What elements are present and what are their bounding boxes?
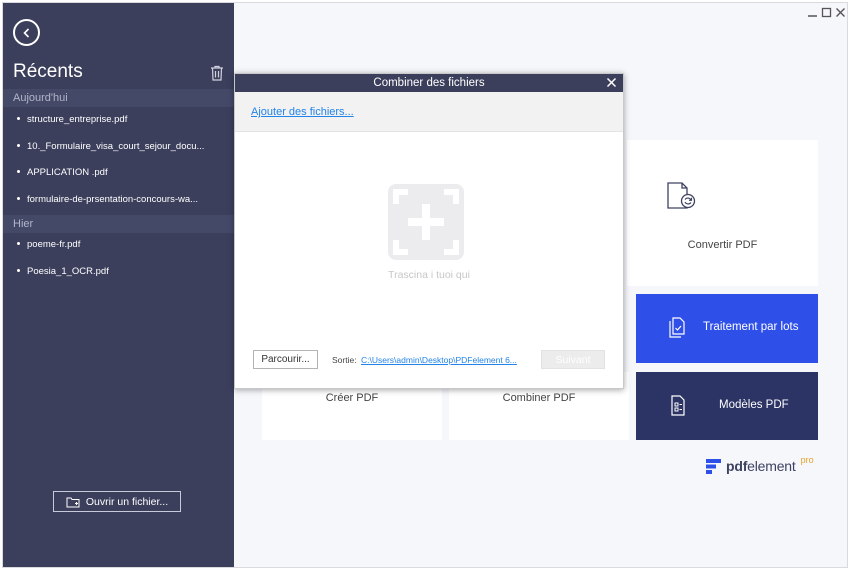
output-path-link[interactable]: C:\Users\admin\Desktop\PDFelement 6... xyxy=(361,355,519,365)
recent-file-name: formulaire-de-prsentation-concours-wa... xyxy=(27,194,199,205)
dialog-close-icon[interactable] xyxy=(606,77,617,88)
recent-file-item[interactable]: formulaire-de-prsentation-concours-wa... xyxy=(17,194,227,205)
group-header-yesterday: Hier xyxy=(3,215,234,233)
batch-process-label: Traitement par lots xyxy=(703,321,799,333)
batch-process-card[interactable]: Traitement par lots xyxy=(636,294,818,363)
pdfelement-logo: pdfelement pro xyxy=(706,455,814,474)
bullet xyxy=(17,143,20,147)
convert-icon xyxy=(667,182,696,209)
back-button[interactable] xyxy=(13,19,40,46)
logo-text-bold: pdf xyxy=(726,458,748,474)
recent-file-name: APPLICATION .pdf xyxy=(27,167,108,178)
recent-file-item[interactable]: APPLICATION .pdf xyxy=(17,167,227,178)
dialog-title: Combiner des fichiers xyxy=(373,77,485,89)
bullet xyxy=(17,196,20,200)
recent-file-item[interactable]: 10._Formulaire_visa_court_sejour_docu... xyxy=(17,141,227,152)
app-window: Récents Aujourd'hui structure_entreprise… xyxy=(2,2,848,568)
sidebar: Récents Aujourd'hui structure_entreprise… xyxy=(3,3,234,567)
recent-file-item[interactable]: Poesia_1_OCR.pdf xyxy=(17,266,227,277)
drop-zone[interactable]: Trascina i tuoi qui xyxy=(235,132,623,322)
folder-open-icon xyxy=(66,497,80,507)
browse-button[interactable]: Parcourir... xyxy=(253,350,318,369)
add-file-icon xyxy=(388,184,464,260)
recent-file-name: Poesia_1_OCR.pdf xyxy=(27,266,109,277)
drop-hint: Trascina i tuoi qui xyxy=(388,269,470,281)
open-file-label: Ouvrir un fichier... xyxy=(85,495,169,508)
chevron-left-icon xyxy=(22,27,29,38)
create-pdf-label: Créer PDF xyxy=(325,392,379,404)
convert-pdf-label: Convertir PDF xyxy=(687,239,758,251)
logo-text: pdfelement xyxy=(726,458,796,474)
pdf-templates-card[interactable]: Modèles PDF xyxy=(636,372,818,440)
recent-file-item[interactable]: structure_entreprise.pdf xyxy=(17,114,227,125)
pdfelement-logo-icon xyxy=(706,458,721,474)
add-files-link[interactable]: Ajouter des fichiers... xyxy=(251,106,354,118)
open-file-button[interactable]: Ouvrir un fichier... xyxy=(53,491,181,512)
trash-icon[interactable] xyxy=(210,65,224,81)
maximize-icon[interactable] xyxy=(821,7,832,18)
output-label: Sortie: xyxy=(332,355,357,365)
add-files-bar: Ajouter des fichiers... xyxy=(235,92,623,132)
convert-pdf-card[interactable]: Convertir PDF xyxy=(627,140,818,286)
templates-icon xyxy=(671,395,685,416)
recent-file-item[interactable]: poeme-fr.pdf xyxy=(17,239,227,250)
recent-file-name: 10._Formulaire_visa_court_sejour_docu... xyxy=(27,141,205,152)
logo-text-light: element xyxy=(747,458,796,474)
batch-icon xyxy=(669,317,685,338)
pdf-templates-label: Modèles PDF xyxy=(719,399,789,411)
combine-files-dialog: Combiner des fichiers Ajouter des fichie… xyxy=(234,73,624,389)
recent-file-name: poeme-fr.pdf xyxy=(27,239,81,250)
bullet xyxy=(17,169,20,173)
bullet xyxy=(17,268,20,272)
close-icon[interactable] xyxy=(835,7,846,18)
combine-pdf-label: Combiner PDF xyxy=(502,392,576,404)
bullet xyxy=(17,116,20,120)
recent-file-name: structure_entreprise.pdf xyxy=(27,114,128,125)
bullet xyxy=(17,241,20,245)
sidebar-title: Récents xyxy=(13,61,83,82)
next-button[interactable]: Suivant xyxy=(541,350,605,369)
minimize-icon[interactable] xyxy=(807,7,818,18)
dialog-titlebar: Combiner des fichiers xyxy=(235,74,623,92)
logo-pro-badge: pro xyxy=(800,455,814,465)
group-header-today: Aujourd'hui xyxy=(3,89,234,107)
